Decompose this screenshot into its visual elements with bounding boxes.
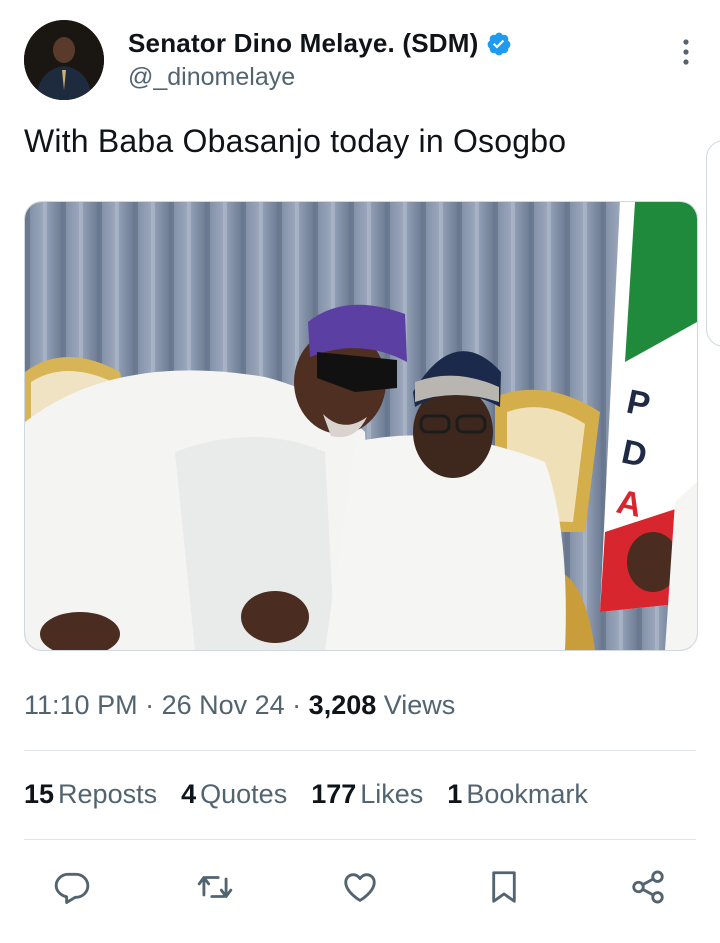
reposts-stat[interactable]: 15 Reposts	[24, 779, 157, 810]
verified-badge-icon	[486, 31, 512, 57]
repost-button[interactable]	[194, 866, 236, 908]
repost-icon	[197, 876, 233, 898]
tweet-text: With Baba Obasanjo today in Osogbo	[24, 123, 567, 159]
tweet-time[interactable]: 11:10 PM	[24, 690, 138, 720]
display-name-row: Senator Dino Melaye. (SDM)	[128, 28, 512, 59]
divider	[24, 750, 696, 751]
divider	[24, 839, 696, 840]
meta-separator: ·	[137, 690, 162, 720]
user-handle[interactable]: @_dinomelaye	[128, 63, 512, 92]
reposts-count: 15	[24, 779, 55, 809]
meta-separator: ·	[284, 690, 309, 720]
bookmarks-label: Bookmark	[466, 779, 588, 809]
tweet-photo[interactable]: P D A	[24, 201, 698, 651]
likes-stat[interactable]: 177 Likes	[311, 779, 423, 810]
user-info: Senator Dino Melaye. (SDM) @_dinomelaye	[128, 28, 512, 92]
reply-icon	[54, 872, 90, 904]
like-button[interactable]	[339, 866, 381, 908]
quotes-label: Quotes	[200, 779, 288, 809]
heart-icon	[344, 873, 376, 902]
likes-label: Likes	[360, 779, 424, 809]
quotes-stat[interactable]: 4 Quotes	[181, 779, 287, 810]
quotes-count: 4	[181, 779, 197, 809]
share-icon	[632, 870, 664, 904]
share-button[interactable]	[627, 866, 669, 908]
bookmarks-stat[interactable]: 1 Bookmark	[447, 779, 588, 810]
action-bar	[24, 862, 696, 912]
display-name[interactable]: Senator Dino Melaye. (SDM)	[128, 28, 478, 59]
views-count: 3,208	[308, 690, 377, 720]
more-options-icon[interactable]	[682, 38, 690, 66]
reply-button[interactable]	[51, 866, 93, 908]
tweet-header: Senator Dino Melaye. (SDM) @_dinomelaye	[24, 20, 704, 102]
bookmarks-count: 1	[447, 779, 463, 809]
tweet-date[interactable]: 26 Nov 24	[162, 690, 285, 720]
tweet-meta: 11:10 PM · 26 Nov 24 · 3,208 Views	[24, 690, 455, 721]
views-label: Views	[376, 690, 456, 720]
reposts-label: Reposts	[58, 779, 158, 809]
photo-illustration: P D A	[25, 202, 697, 650]
engagement-stats: 15 Reposts 4 Quotes 177 Likes 1 Bookmark	[24, 779, 612, 810]
likes-count: 177	[311, 779, 357, 809]
avatar[interactable]	[24, 20, 104, 100]
tweet-detail: Senator Dino Melaye. (SDM) @_dinomelaye …	[0, 0, 720, 943]
bookmark-icon	[492, 871, 516, 903]
bookmark-button[interactable]	[483, 866, 525, 908]
adjacent-card-edge	[706, 140, 720, 347]
